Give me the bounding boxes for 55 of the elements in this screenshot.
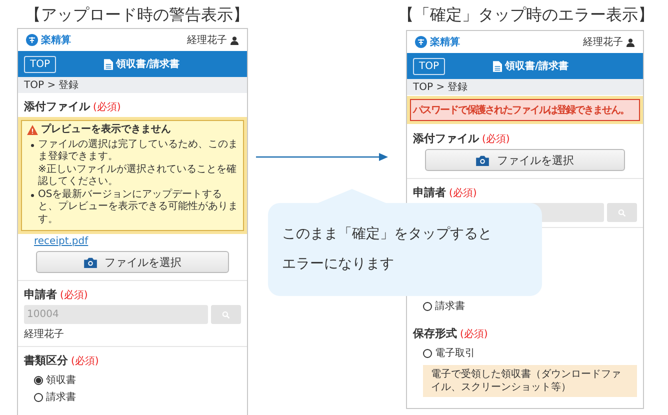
warning-icon	[27, 125, 38, 136]
callout-text: エラーになります	[282, 255, 394, 274]
panel-caption: 【「確定」タップ時のエラー表示】	[398, 4, 644, 26]
document-icon	[104, 58, 114, 70]
warning-note: ※正しいファイルが選択されていることを確認してください。	[38, 164, 238, 188]
user-icon	[626, 38, 635, 46]
radio-button[interactable]	[34, 392, 43, 402]
field-label: 添付ファイル	[24, 99, 90, 114]
callout-text: このまま「確定」をタップすると	[282, 225, 492, 244]
required-mark: (必須)	[60, 288, 88, 302]
required-mark: (必須)	[449, 186, 477, 200]
required-mark: (必須)	[71, 354, 99, 368]
panel-caption: 【アップロード時の警告表示】	[25, 4, 248, 26]
search-icon	[222, 310, 230, 318]
applicant-name: 経理花子	[24, 328, 65, 341]
user-name: 経理花子	[583, 36, 623, 49]
page-title: 領収書/請求書	[505, 60, 569, 73]
page-title: 領収書/請求書	[116, 58, 180, 71]
radio-label: 請求書	[46, 390, 76, 404]
radio-button[interactable]	[423, 302, 432, 310]
app-logo-text: 楽精算	[430, 36, 460, 49]
file-select-button[interactable]: ファイルを選択	[36, 251, 229, 273]
camera-icon	[476, 154, 489, 166]
user-name: 経理花子	[187, 34, 227, 47]
breadcrumb: TOP > 登録	[407, 79, 643, 95]
logo-icon	[415, 36, 427, 48]
app-logo-text: 楽精算	[41, 34, 71, 47]
warning-text: ファイルの選択は完了しているため、このまま登録できます。	[38, 138, 238, 164]
radio-label: 領収書	[46, 374, 76, 387]
field-label: 保存形式	[413, 326, 457, 341]
warning-text: OSを最新バージョンにアップデートすると、プレビューを表示できる可能性があります。	[38, 188, 238, 226]
top-button[interactable]: TOP	[413, 58, 446, 74]
radio-label: 電子取引	[435, 347, 475, 360]
user-icon	[230, 36, 239, 44]
field-label: 申請者	[413, 185, 446, 200]
field-label: 書類区分	[24, 353, 68, 368]
logo-icon	[26, 34, 38, 46]
required-mark: (必須)	[482, 132, 510, 146]
radio-button[interactable]	[423, 348, 432, 358]
required-mark: (必須)	[93, 100, 121, 114]
file-select-button[interactable]: ファイルを選択	[425, 149, 625, 171]
field-label: 申請者	[24, 287, 57, 302]
top-button[interactable]: TOP	[24, 56, 56, 72]
error-message: パスワードで保護されたファイルは登録できません。	[410, 99, 640, 121]
required-mark: (必須)	[460, 328, 488, 341]
option-description: 電子で受領した領収書（ダウンロードファイル、スクリーンショット等）	[423, 365, 637, 397]
document-icon	[493, 60, 502, 72]
camera-icon	[84, 256, 96, 268]
breadcrumb: TOP > 登録	[18, 77, 247, 93]
radio-label: 請求書	[435, 300, 465, 313]
radio-button[interactable]	[34, 376, 43, 384]
warning-title: プレビューを表示できません	[41, 124, 171, 136]
file-link[interactable]: receipt.pdf	[34, 236, 88, 247]
field-label: 添付ファイル	[413, 131, 479, 146]
search-icon	[618, 208, 626, 216]
